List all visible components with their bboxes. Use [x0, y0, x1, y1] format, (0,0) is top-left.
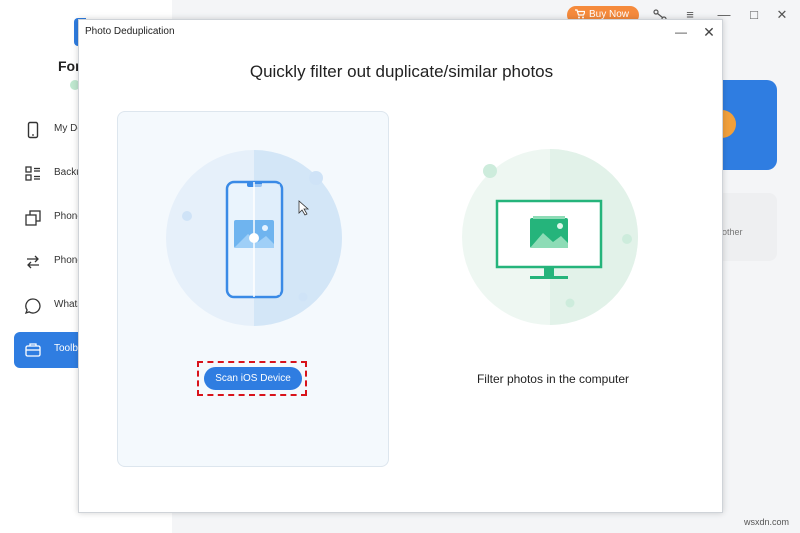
- scan-ios-device-button[interactable]: Scan iOS Device: [204, 367, 302, 390]
- feature-card-label: other: [722, 227, 743, 237]
- filter-computer-label: Filter photos in the computer: [476, 372, 630, 386]
- ios-device-illustration: [166, 150, 342, 326]
- feature-card[interactable]: other: [722, 193, 777, 261]
- toolbox-icon: [25, 343, 41, 357]
- chat-bubble-icon: [24, 298, 41, 315]
- phone-icon: [27, 121, 39, 139]
- coin-icon: [722, 110, 736, 138]
- promo-card[interactable]: [722, 80, 777, 170]
- scan-ios-card[interactable]: Scan iOS Device: [117, 111, 389, 467]
- dialog-heading: Quickly filter out duplicate/similar pho…: [249, 62, 554, 81]
- backup-list-icon: [25, 166, 40, 181]
- cart-icon: [575, 9, 585, 19]
- computer-illustration: [462, 149, 638, 325]
- dialog-title: Photo Deduplication: [85, 26, 175, 37]
- watermark: wsxdn.com: [744, 517, 790, 527]
- photo-deduplication-dialog: Photo Deduplication — ✕ Quickly filter o…: [78, 19, 723, 513]
- dialog-minimize-button[interactable]: —: [673, 24, 689, 40]
- dialog-close-button[interactable]: ✕: [701, 24, 717, 40]
- close-icon[interactable]: ✕: [772, 5, 792, 25]
- transfer-icon: [27, 255, 39, 269]
- maximize-icon[interactable]: □: [744, 5, 764, 25]
- copy-icon: [25, 210, 41, 226]
- filter-computer-card[interactable]: Filter photos in the computer: [417, 111, 689, 467]
